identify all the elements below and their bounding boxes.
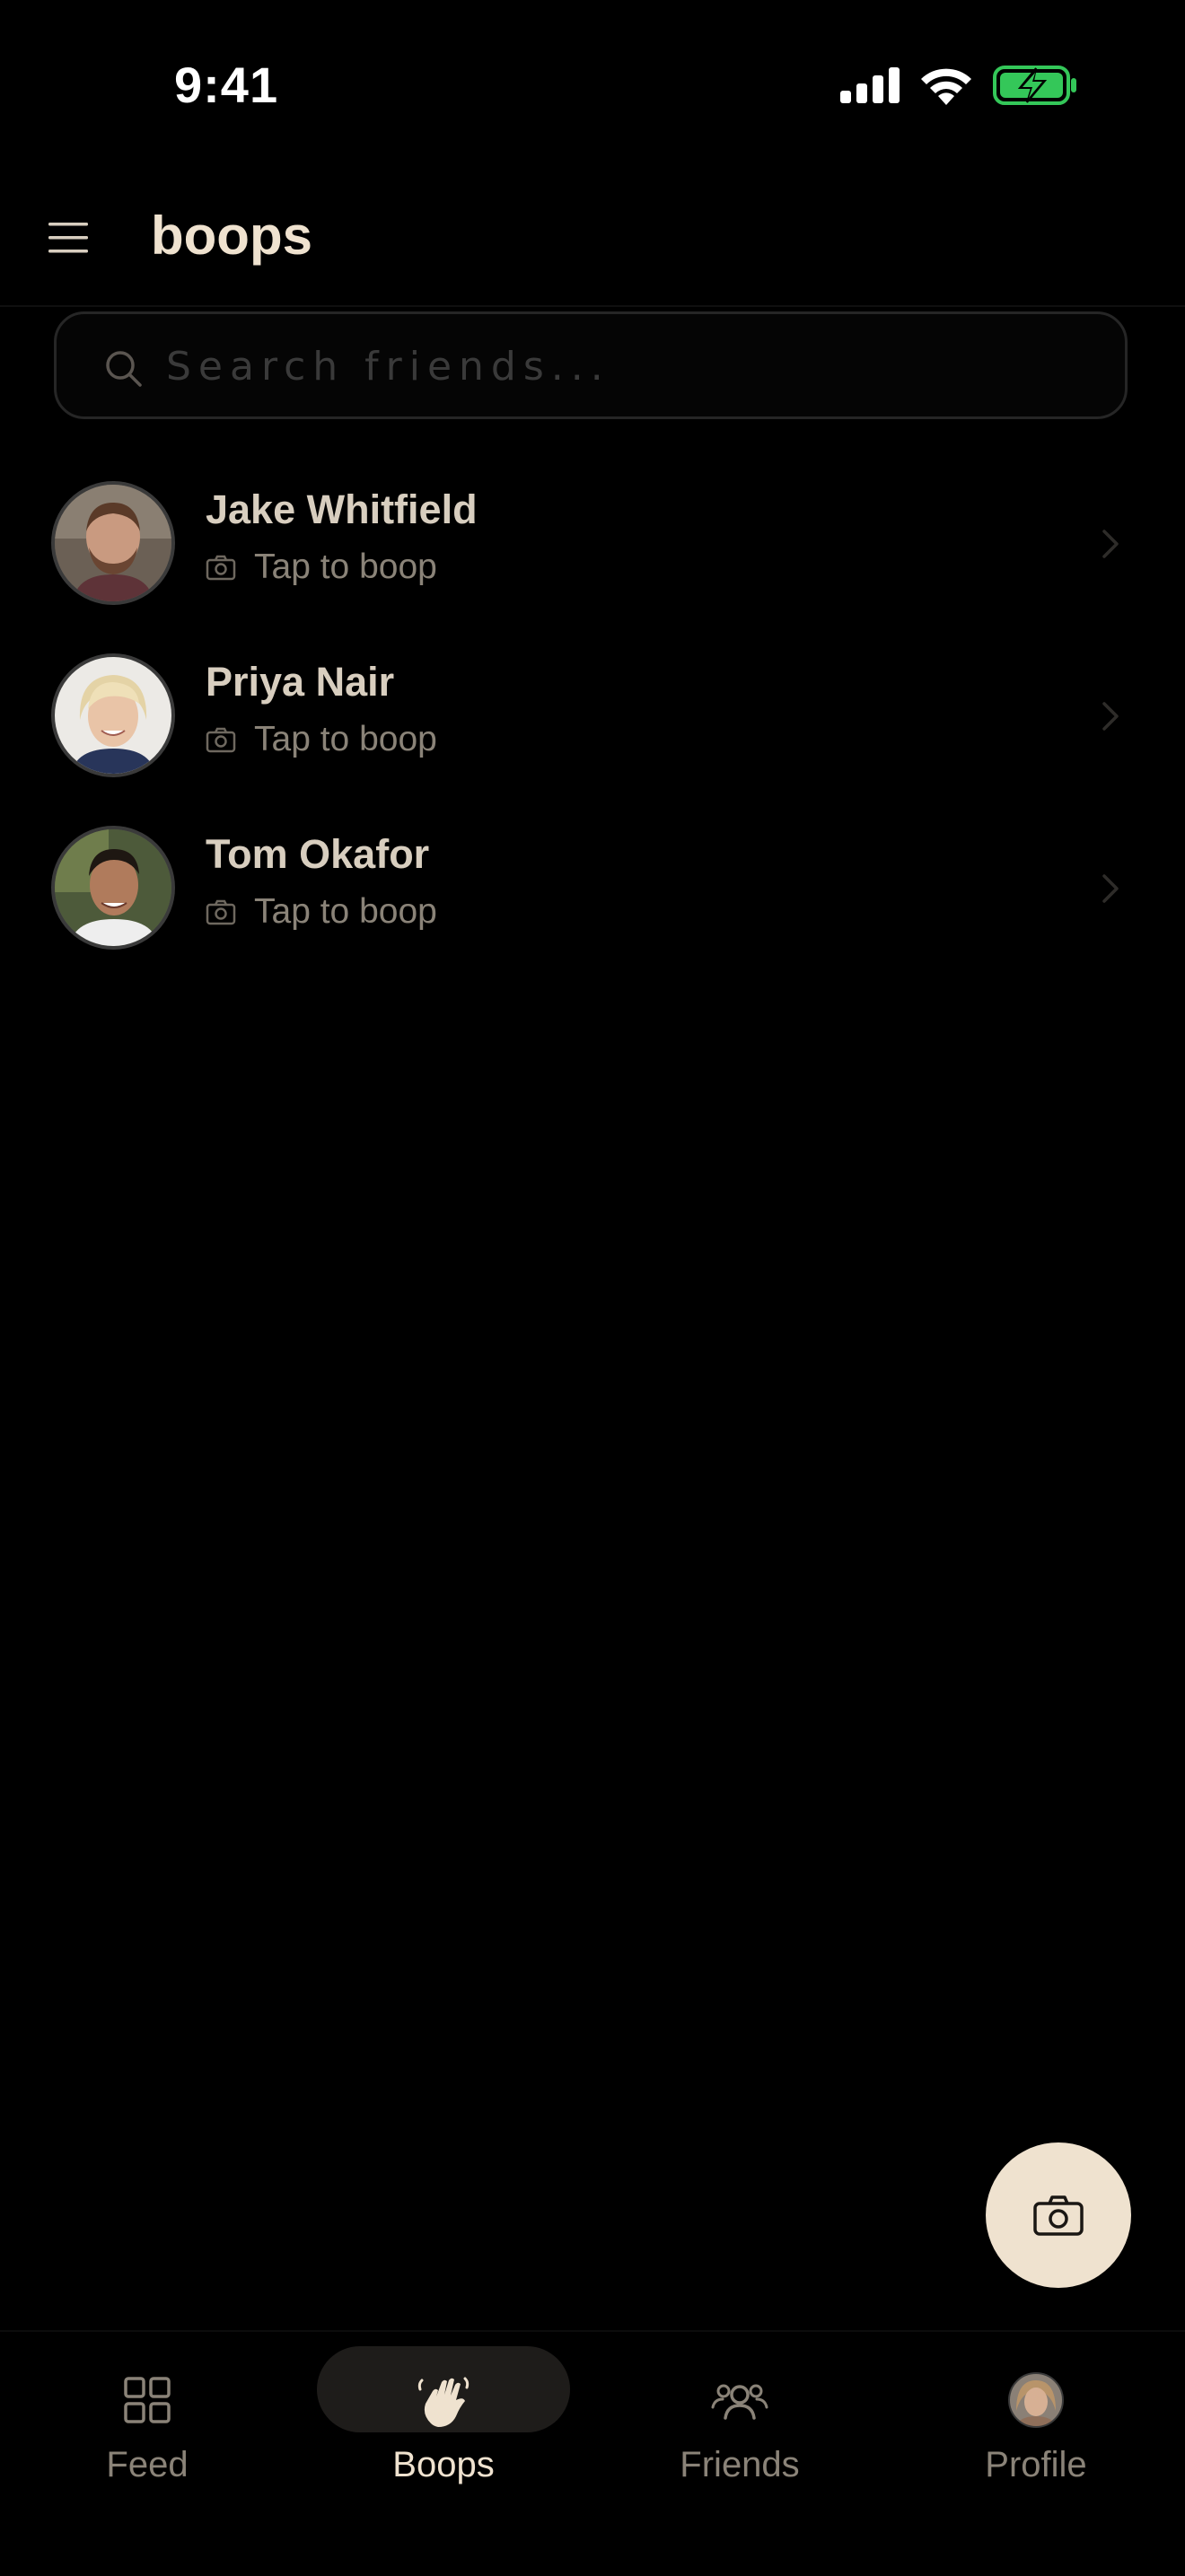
- menu-button[interactable]: [47, 215, 92, 260]
- profile-avatar: [1008, 2372, 1064, 2428]
- tab-boops[interactable]: Boops: [313, 2346, 574, 2526]
- tab-label: Feed: [106, 2445, 189, 2484]
- friends-icon: [711, 2384, 768, 2420]
- wifi-icon: [921, 68, 971, 105]
- search-icon: [106, 351, 142, 387]
- friend-row-tom-okafor[interactable]: Tom Okafor Tap to boop: [0, 826, 1185, 996]
- avatar-image: [55, 829, 171, 946]
- chevron-right-icon: [1102, 874, 1119, 903]
- chevron-right-icon: [1102, 530, 1119, 558]
- friend-name: Priya Nair: [206, 659, 395, 705]
- friend-subtitle: Tap to boop: [206, 892, 437, 932]
- search-bar[interactable]: [54, 311, 1128, 419]
- camera-fab-button[interactable]: [986, 2142, 1131, 2288]
- friend-subtitle: Tap to boop: [206, 720, 437, 759]
- cellular-signal-icon: [840, 67, 900, 103]
- tab-friends[interactable]: Friends: [610, 2346, 870, 2526]
- home-indicator: [395, 2545, 790, 2556]
- status-bar: 9:41: [0, 0, 1185, 171]
- friend-row-jake-whitfield[interactable]: Jake Whitfield Tap to boop: [0, 481, 1185, 652]
- tab-label: Profile: [985, 2445, 1087, 2484]
- status-icons: [840, 65, 1077, 106]
- camera-icon: [206, 727, 236, 753]
- friend-subtitle-text: Tap to boop: [254, 548, 437, 586]
- avatar-image: [55, 485, 171, 601]
- avatar: [51, 826, 175, 950]
- friend-name: Jake Whitfield: [206, 486, 478, 532]
- chevron-right-icon: [1102, 702, 1119, 731]
- search-input[interactable]: [164, 314, 1066, 418]
- avatar-image: [55, 657, 171, 774]
- friend-name: Tom Okafor: [206, 831, 430, 877]
- avatar: [51, 481, 175, 605]
- hamburger-icon: [48, 223, 88, 253]
- friend-row-priya-nair[interactable]: Priya Nair Tap to boop: [0, 653, 1185, 824]
- waving-hand-icon: [417, 2377, 470, 2427]
- app-title: boops: [151, 206, 312, 266]
- status-time: 9:41: [174, 57, 279, 113]
- tab-label: Friends: [680, 2445, 800, 2484]
- header: boops: [0, 180, 1185, 307]
- tab-label: Boops: [392, 2445, 495, 2484]
- tab-profile[interactable]: Profile: [906, 2346, 1166, 2526]
- avatar: [51, 653, 175, 777]
- friend-subtitle-text: Tap to boop: [254, 720, 437, 758]
- camera-icon: [206, 899, 236, 925]
- camera-icon: [1033, 2195, 1084, 2236]
- tab-feed[interactable]: Feed: [17, 2346, 277, 2526]
- friend-subtitle: Tap to boop: [206, 548, 437, 587]
- battery-charging-icon: [993, 66, 1076, 105]
- grid-icon: [124, 2377, 171, 2423]
- camera-icon: [206, 555, 236, 581]
- friend-subtitle-text: Tap to boop: [254, 892, 437, 931]
